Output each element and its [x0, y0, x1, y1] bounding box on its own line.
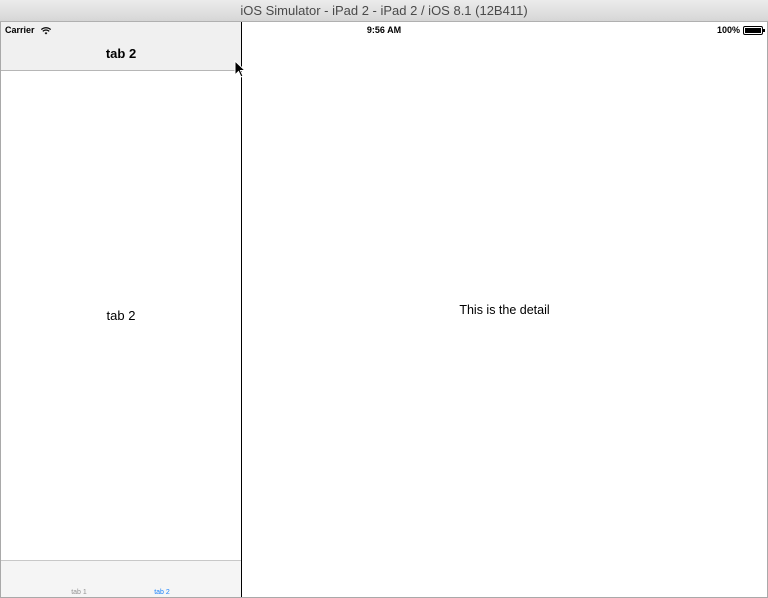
status-bar: Carrier 9:56 AM 100% [1, 22, 767, 40]
master-content-label: tab 2 [106, 308, 136, 323]
window-title: iOS Simulator - iPad 2 - iPad 2 / iOS 8.… [240, 3, 528, 18]
tab-1[interactable]: tab 1 [59, 589, 99, 596]
nav-title: tab 2 [105, 46, 137, 61]
mouse-cursor-icon [234, 60, 246, 78]
detail-pane: This is the detail [242, 22, 767, 597]
battery-icon [743, 25, 765, 35]
master-pane: tab 2 tab 2 tab 1 tab 2 [1, 22, 242, 597]
battery-percent: 100% [716, 25, 740, 35]
simulator-screen: Carrier 9:56 AM 100% tab 2 tab 2 tab 1 t… [0, 22, 768, 598]
detail-label: This is the detail [459, 303, 550, 317]
status-time: 9:56 AM [366, 25, 402, 35]
window-titlebar: iOS Simulator - iPad 2 - iPad 2 / iOS 8.… [0, 0, 768, 22]
tab-2[interactable]: tab 2 [142, 589, 182, 596]
battery-indicator: 100% [716, 25, 765, 35]
tab-bar: tab 1 tab 2 [1, 560, 241, 597]
